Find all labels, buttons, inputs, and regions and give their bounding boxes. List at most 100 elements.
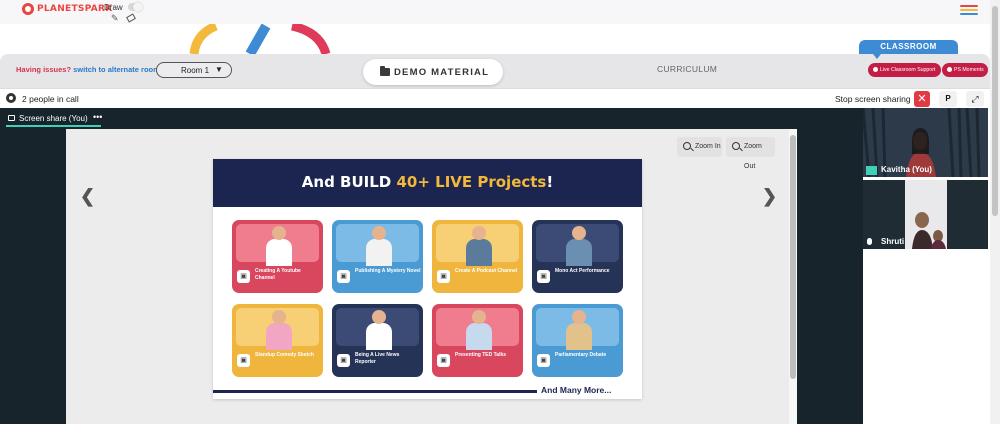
card-badge-icon: ▣ <box>537 354 550 367</box>
child-head <box>572 226 586 240</box>
previous-slide-arrow-icon[interactable]: ❮ <box>80 186 95 207</box>
viewer-scrollbar[interactable] <box>789 129 797 424</box>
screen-share-label: Screen share (You) <box>19 114 88 123</box>
card-badge-icon: ▣ <box>237 270 250 283</box>
page-scrollbar[interactable] <box>990 0 1000 424</box>
room-select[interactable]: Room 1 ▼ <box>156 62 232 78</box>
card-image <box>336 224 419 266</box>
divider-line <box>213 390 537 393</box>
zoom-out-icon <box>732 142 740 150</box>
child-body <box>566 239 592 266</box>
expand-icon[interactable]: ⤢ <box>966 91 984 107</box>
live-support-button[interactable]: Live Classroom Support <box>868 63 941 77</box>
child-illustration <box>266 310 292 350</box>
zoom-in-button[interactable]: Zoom In <box>677 137 722 157</box>
card-image <box>336 308 419 350</box>
live-support-label: Live Classroom Support <box>880 67 936 73</box>
child-head <box>572 310 586 324</box>
curriculum-tab[interactable]: CURRICULUM <box>657 64 717 74</box>
project-card: ▣ Mono Act Performance <box>532 220 623 293</box>
brand-logo[interactable]: PLANETSPARK <box>22 3 113 15</box>
demo-material-button[interactable]: DEMO MATERIAL <box>363 59 503 85</box>
child-head <box>272 226 286 240</box>
draw-toggle[interactable] <box>128 2 143 12</box>
child-head <box>372 310 386 324</box>
child-head <box>372 226 386 240</box>
plus-circle-icon <box>873 67 878 72</box>
project-card: ▣ Standup Comedy Sketch <box>232 304 323 377</box>
classroom-tab[interactable]: CLASSROOM <box>859 40 958 59</box>
hamburger-menu-icon[interactable] <box>960 5 978 15</box>
stop-sharing-button[interactable]: ✕ <box>914 91 930 107</box>
participant-name: Shruti <box>881 237 905 246</box>
child-head <box>272 310 286 324</box>
child-body <box>266 323 292 350</box>
card-image <box>536 308 619 350</box>
child-illustration <box>266 226 292 266</box>
card-badge-icon: ▣ <box>237 354 250 367</box>
child-illustration <box>466 226 492 266</box>
caret-down-icon: ▼ <box>215 65 223 74</box>
project-card: ▣ Parliamentary Debate <box>532 304 623 377</box>
project-card-label: Parliamentary Debate <box>555 352 607 358</box>
project-card-label: Publishing A Mystery Novel <box>355 268 421 274</box>
p-button[interactable]: P <box>939 91 957 107</box>
participant-panel: Kavitha (You) Shruti <box>863 108 990 424</box>
project-card: ▣ Publishing A Mystery Novel <box>332 220 423 293</box>
child-illustration <box>466 310 492 350</box>
issue-prefix: Having issues? <box>16 65 72 74</box>
brand-name: PLANETSPARK <box>37 4 113 14</box>
child-body <box>366 323 392 350</box>
child-illustration <box>366 226 392 266</box>
child-body <box>466 239 492 266</box>
zoom-in-icon <box>683 142 691 150</box>
card-badge-icon: ▣ <box>437 354 450 367</box>
project-card-label: Creating A Youtube Channel <box>255 268 301 281</box>
viewer-scrollbar-thumb[interactable] <box>790 135 796 379</box>
next-slide-arrow-icon[interactable]: ❯ <box>762 186 777 207</box>
participant-tile[interactable]: Shruti <box>863 180 988 249</box>
connection-issue: Having issues? switch to alternate room <box>16 65 160 74</box>
plus-circle-icon <box>947 67 952 72</box>
child-illustration <box>366 310 392 350</box>
eraser-icon[interactable] <box>126 13 136 23</box>
child-head <box>472 226 486 240</box>
slide-header: And BUILD 40+ LIVE Projects! <box>213 159 642 207</box>
ps-moments-label: PS Moments <box>954 67 984 73</box>
page-scrollbar-thumb[interactable] <box>992 6 998 216</box>
slide-title-highlight: 40+ LIVE Projects <box>396 173 547 191</box>
zoom-out-button[interactable]: Zoom Out <box>726 137 775 170</box>
zoom-in-label: Zoom In <box>695 143 721 150</box>
mic-icon[interactable] <box>867 238 872 245</box>
many-more-text: And Many More... <box>541 385 612 395</box>
project-card: ▣ Create A Podcast Channel <box>432 220 523 293</box>
more-options-icon[interactable]: ••• <box>93 112 102 122</box>
card-badge-icon: ▣ <box>337 354 350 367</box>
room-select-value: Room 1 <box>181 66 210 75</box>
monitor-icon <box>8 115 15 121</box>
child-illustration <box>566 226 592 266</box>
card-badge-icon: ▣ <box>437 270 450 283</box>
project-card-label: Being A Live News Reporter <box>355 352 400 365</box>
child-body <box>266 239 292 266</box>
pencil-icon[interactable]: ✎ <box>111 13 119 23</box>
switch-room-link[interactable]: switch to alternate room <box>73 65 160 74</box>
slide: And BUILD 40+ LIVE Projects! ▣ Creating A… <box>213 159 642 399</box>
card-image <box>436 308 519 350</box>
gear-icon[interactable] <box>6 93 16 103</box>
close-icon: ✕ <box>917 93 927 105</box>
project-card-label: Create A Podcast Channel <box>455 268 518 274</box>
demo-material-label: DEMO MATERIAL <box>394 67 490 78</box>
screen-share-tab[interactable]: Screen share (You) ••• <box>6 112 102 127</box>
slide-title: And BUILD 40+ LIVE Projects! <box>213 173 642 191</box>
child-body <box>366 239 392 266</box>
room-bar: Having issues? switch to alternate room … <box>0 54 990 88</box>
child-body <box>566 323 592 350</box>
card-image <box>436 224 519 266</box>
participant-tile[interactable]: Kavitha (You) <box>863 108 988 177</box>
draw-label: Draw <box>104 3 123 12</box>
stop-sharing-label: Stop screen sharing <box>835 94 911 104</box>
project-card-label: Mono Act Performance <box>555 268 610 274</box>
ps-moments-button[interactable]: PS Moments <box>942 63 988 77</box>
app-root: PLANETSPARK Draw ✎ Having issues? switch… <box>0 0 1000 424</box>
